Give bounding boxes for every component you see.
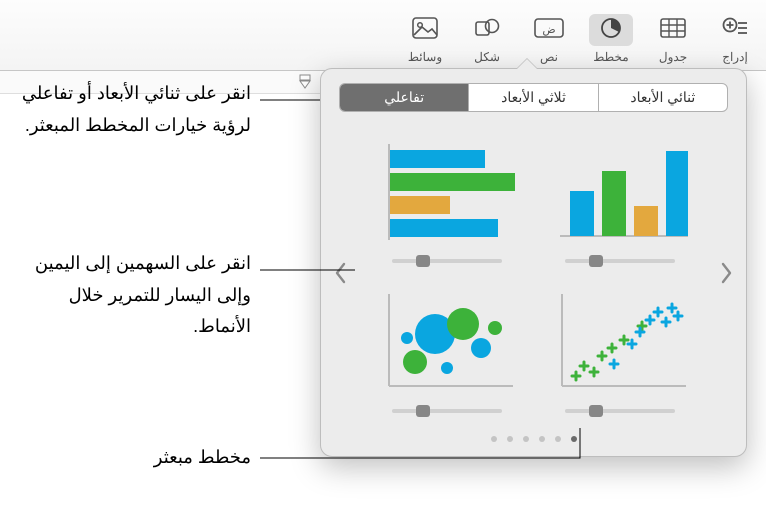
tab-3d[interactable]: ثلاثي الأبعاد bbox=[468, 84, 597, 111]
chevron-right-icon bbox=[719, 261, 733, 292]
text-icon: ض bbox=[534, 17, 564, 44]
style-slider[interactable] bbox=[565, 404, 675, 418]
page-dot[interactable] bbox=[555, 436, 561, 442]
margin-marker-icon bbox=[298, 74, 312, 95]
toolbar-label: مخطط bbox=[593, 50, 628, 64]
media-icon bbox=[412, 17, 438, 44]
chart-thumb-scatter[interactable] bbox=[543, 286, 699, 418]
chart-thumb-column[interactable] bbox=[543, 136, 699, 268]
chevron-left-icon bbox=[334, 261, 348, 292]
toolbar-item-table[interactable]: جدول bbox=[642, 6, 704, 64]
chart-popover: ثنائي الأبعاد ثلاثي الأبعاد تفاعلي bbox=[320, 68, 747, 457]
style-slider[interactable] bbox=[392, 404, 502, 418]
toolbar-item-shape[interactable]: شكل bbox=[456, 6, 518, 64]
bubble-chart-icon bbox=[377, 286, 517, 396]
next-style-arrow[interactable] bbox=[712, 252, 740, 300]
toolbar-label: جدول bbox=[659, 50, 687, 64]
page-dot[interactable] bbox=[491, 436, 497, 442]
tab-interactive[interactable]: تفاعلي bbox=[340, 84, 468, 111]
toolbar: وسائط شكل ض نص مخطط جدول إدراج bbox=[0, 0, 766, 71]
chart-type-segmented: ثنائي الأبعاد ثلاثي الأبعاد تفاعلي bbox=[339, 83, 728, 112]
page-dot[interactable] bbox=[539, 436, 545, 442]
chart-thumb-bar[interactable] bbox=[369, 136, 525, 268]
toolbar-item-insert[interactable]: إدراج bbox=[704, 6, 766, 64]
page-dot[interactable] bbox=[507, 436, 513, 442]
page-dot[interactable] bbox=[571, 436, 577, 442]
insert-icon bbox=[722, 17, 748, 44]
toolbar-label: وسائط bbox=[408, 50, 442, 64]
callout-arrows-hint: انقر على السهمين إلى اليمين وإلى اليسار … bbox=[21, 248, 251, 343]
chart-thumbnail-grid bbox=[321, 130, 746, 424]
table-icon bbox=[660, 17, 686, 44]
toolbar-item-text[interactable]: ض نص bbox=[518, 6, 580, 64]
prev-style-arrow[interactable] bbox=[327, 252, 355, 300]
column-chart-icon bbox=[550, 136, 690, 246]
toolbar-item-chart[interactable]: مخطط bbox=[580, 6, 642, 64]
toolbar-label: نص bbox=[540, 50, 558, 64]
bar-chart-icon bbox=[377, 136, 517, 246]
page-dots[interactable] bbox=[321, 430, 746, 456]
chart-style-area bbox=[321, 122, 746, 430]
toolbar-label: شكل bbox=[474, 50, 500, 64]
toolbar-item-media[interactable]: وسائط bbox=[394, 6, 456, 64]
scatter-chart-icon bbox=[550, 286, 690, 396]
svg-text:ض: ض bbox=[542, 24, 555, 36]
style-slider[interactable] bbox=[565, 254, 675, 268]
chart-thumb-bubble[interactable] bbox=[369, 286, 525, 418]
shape-icon bbox=[474, 17, 500, 44]
tab-2d[interactable]: ثنائي الأبعاد bbox=[598, 84, 727, 111]
chart-icon bbox=[599, 16, 623, 45]
style-slider[interactable] bbox=[392, 254, 502, 268]
ruler bbox=[0, 71, 320, 94]
callout-scatter-label: مخطط مبعثر bbox=[51, 442, 251, 474]
toolbar-label: إدراج bbox=[722, 50, 748, 64]
page-dot[interactable] bbox=[523, 436, 529, 442]
